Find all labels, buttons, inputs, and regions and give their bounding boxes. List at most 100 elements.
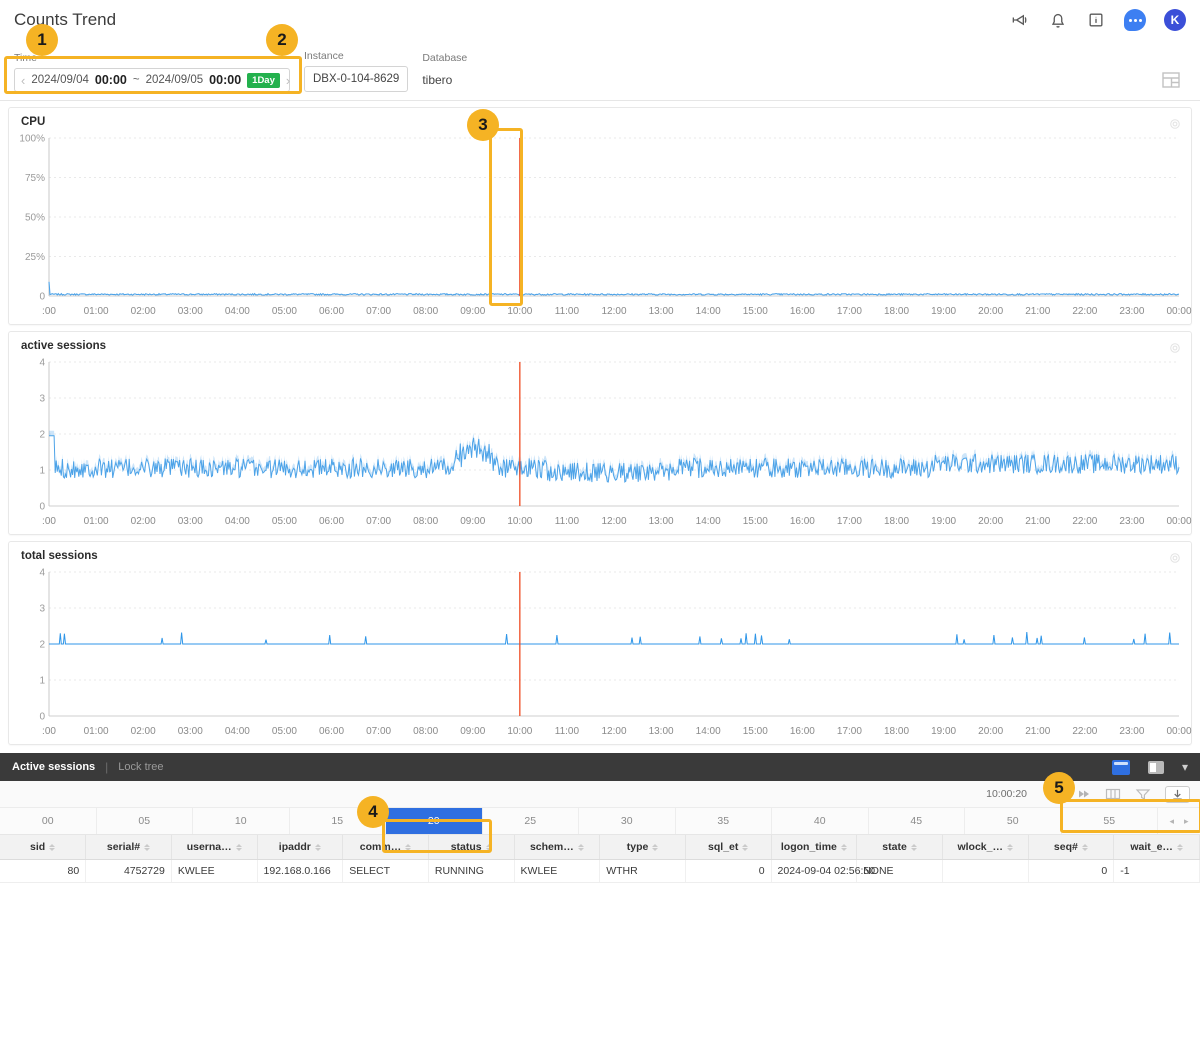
timeline-next-icon[interactable]: ▸ bbox=[1184, 816, 1189, 827]
bell-icon[interactable] bbox=[1048, 10, 1068, 30]
panel-tabs: Active sessions | Lock tree bbox=[12, 760, 164, 774]
info-box-icon[interactable] bbox=[1086, 10, 1106, 30]
tab-separator: | bbox=[105, 760, 109, 774]
column-header-sql_et[interactable]: sql_et bbox=[685, 835, 772, 860]
sort-arrows-icon[interactable] bbox=[840, 843, 847, 851]
x-tick-label: 20:00 bbox=[978, 306, 1004, 317]
sort-arrows-icon[interactable] bbox=[652, 843, 659, 851]
tab-lock-tree[interactable]: Lock tree bbox=[118, 761, 163, 773]
columns-icon[interactable] bbox=[1105, 787, 1121, 801]
x-tick-label: 09:00 bbox=[460, 726, 486, 737]
split-pane-icon[interactable] bbox=[1147, 760, 1164, 774]
x-tick-label: 21:00 bbox=[1025, 726, 1051, 737]
x-tick-label: 07:00 bbox=[366, 306, 392, 317]
sort-arrows-icon[interactable] bbox=[405, 843, 412, 851]
chat-bubble-icon[interactable] bbox=[1124, 9, 1146, 31]
chevron-down-icon[interactable]: ▾ bbox=[1182, 760, 1188, 774]
minute-timeline[interactable]: 00 05 10 15 20 25 30 35 40 45 50 55 ◂ ▸ bbox=[0, 808, 1200, 835]
sort-arrows-icon[interactable] bbox=[485, 843, 492, 851]
sort-arrows-icon[interactable] bbox=[235, 843, 242, 851]
column-header-state[interactable]: state bbox=[856, 835, 943, 860]
time-next-button[interactable]: › bbox=[286, 74, 290, 87]
timeline-cell-30[interactable]: 30 bbox=[579, 808, 676, 834]
x-tick-label: 03:00 bbox=[177, 516, 203, 527]
x-tick-label: 10:00 bbox=[507, 306, 533, 317]
x-tick-label: 13:00 bbox=[648, 516, 674, 527]
timeline-cell-05[interactable]: 05 bbox=[97, 808, 193, 834]
svg-text:50%: 50% bbox=[25, 213, 45, 224]
cell-state: NONE bbox=[856, 859, 943, 883]
fast-forward-icon[interactable] bbox=[1075, 787, 1091, 801]
column-header-sid[interactable]: sid bbox=[0, 835, 87, 860]
timeline-cell-40[interactable]: 40 bbox=[772, 808, 869, 834]
column-header-ipaddr[interactable]: ipaddr bbox=[257, 835, 344, 860]
gear-icon[interactable] bbox=[1169, 117, 1181, 129]
sort-arrows-icon[interactable] bbox=[49, 843, 56, 851]
svg-text:0: 0 bbox=[39, 502, 45, 513]
megaphone-icon[interactable] bbox=[1010, 10, 1030, 30]
layout-grid-icon[interactable] bbox=[1162, 72, 1180, 88]
svg-text:3: 3 bbox=[39, 604, 45, 615]
timeline-cell-35[interactable]: 35 bbox=[676, 808, 772, 834]
column-header-command[interactable]: comm… bbox=[342, 835, 429, 860]
instance-select[interactable]: DBX-0-104-8629 bbox=[304, 66, 409, 92]
chart-plot-cpu[interactable]: 0 25% 50% 75% 100% bbox=[15, 130, 1185, 303]
x-tick-label: 12:00 bbox=[601, 306, 627, 317]
x-tick-label: 08:00 bbox=[413, 726, 439, 737]
cell-logon_time: 2024-09-04 02:56:50 bbox=[771, 859, 875, 883]
timeline-cell-20[interactable]: 20 bbox=[386, 808, 483, 834]
column-header-wait_e[interactable]: wait_e… bbox=[1113, 835, 1200, 860]
timeline-prev-icon[interactable]: ◂ bbox=[1169, 816, 1174, 827]
column-header-username[interactable]: userna… bbox=[171, 835, 258, 860]
timeline-cell-00[interactable]: 00 bbox=[0, 808, 97, 834]
sort-arrows-icon[interactable] bbox=[314, 843, 321, 851]
x-tick-label: 02:00 bbox=[130, 726, 156, 737]
chart-plot-active-sessions[interactable]: 0 1 2 3 4 bbox=[15, 354, 1185, 513]
timeline-cell-45[interactable]: 45 bbox=[869, 808, 965, 834]
sort-arrows-icon[interactable] bbox=[1006, 843, 1013, 851]
x-tick-label: 11:00 bbox=[554, 306, 580, 317]
sort-arrows-icon[interactable] bbox=[910, 843, 917, 851]
column-header-serial[interactable]: serial# bbox=[85, 835, 172, 860]
gear-icon[interactable] bbox=[1169, 551, 1181, 563]
column-header-schema[interactable]: schem… bbox=[514, 835, 601, 860]
x-tick-label: 06:00 bbox=[318, 516, 345, 527]
column-label: logon_time bbox=[780, 841, 837, 853]
tab-active-sessions[interactable]: Active sessions bbox=[12, 761, 95, 773]
timeline-cell-50[interactable]: 50 bbox=[965, 808, 1062, 834]
download-icon[interactable] bbox=[1165, 785, 1190, 803]
sort-arrows-icon[interactable] bbox=[742, 843, 749, 851]
x-tick-label: 08:00 bbox=[413, 516, 439, 527]
column-label: state bbox=[882, 841, 907, 853]
chart-plot-total-sessions[interactable]: 0 1 2 3 4 bbox=[15, 564, 1185, 723]
sort-arrows-icon[interactable] bbox=[577, 843, 584, 851]
timeline-cell-25[interactable]: 25 bbox=[483, 808, 579, 834]
column-header-seq[interactable]: seq# bbox=[1028, 835, 1115, 860]
filter-icon[interactable] bbox=[1135, 787, 1151, 801]
x-tick-label: 07:00 bbox=[366, 516, 392, 527]
timeline-cell-55[interactable]: 55 bbox=[1062, 808, 1158, 834]
avatar[interactable]: K bbox=[1164, 9, 1186, 31]
timeline-cell-10[interactable]: 10 bbox=[193, 808, 290, 834]
annotation-marker-3: 3 bbox=[467, 109, 499, 141]
time-prev-button[interactable]: ‹ bbox=[21, 74, 25, 87]
gear-icon[interactable] bbox=[1169, 341, 1181, 353]
column-label: serial# bbox=[106, 841, 141, 853]
column-header-type[interactable]: type bbox=[599, 835, 686, 860]
x-tick-label: :00 bbox=[42, 306, 56, 317]
sort-arrows-icon[interactable] bbox=[1176, 843, 1183, 851]
time-range-picker[interactable]: ‹ 2024/09/04 00:00 ~ 2024/09/05 00:00 1D… bbox=[14, 68, 290, 92]
table-row[interactable]: 80 4752729 KWLEE 192.168.0.166 SELECT RUNNING… bbox=[0, 859, 1200, 883]
x-tick-label: 23:00 bbox=[1119, 306, 1145, 317]
single-pane-icon[interactable] bbox=[1111, 759, 1130, 775]
column-header-wlock[interactable]: wlock_… bbox=[942, 835, 1029, 860]
x-tick-label: 01:00 bbox=[83, 516, 109, 527]
svg-text:3: 3 bbox=[39, 394, 45, 405]
sort-arrows-icon[interactable] bbox=[1081, 843, 1088, 851]
timeline-pager: ◂ ▸ bbox=[1158, 808, 1200, 834]
sort-arrows-icon[interactable] bbox=[144, 843, 151, 851]
column-header-status[interactable]: status bbox=[428, 835, 515, 860]
cell-sid: 80 bbox=[0, 859, 87, 883]
chart-card-cpu: CPU 0 25% 50% 75% 100% :00 01:00 02:00 03:00 04:… bbox=[8, 107, 1192, 325]
column-header-logon_time[interactable]: logon_time bbox=[771, 835, 858, 860]
